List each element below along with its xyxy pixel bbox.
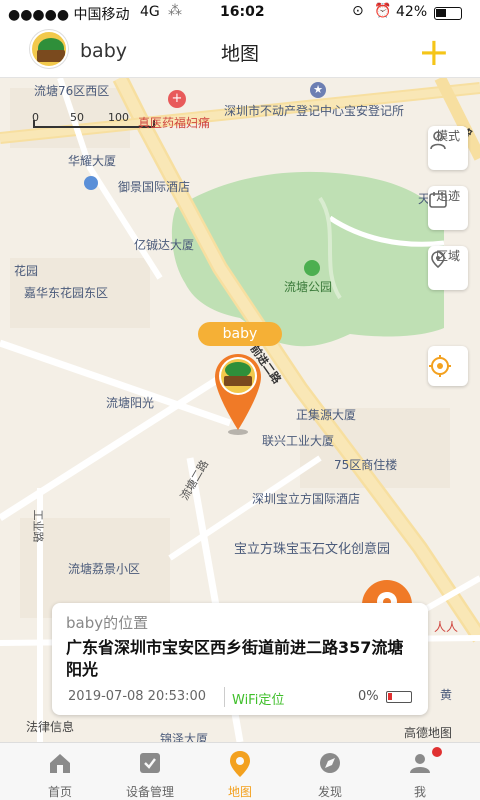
bus-icon bbox=[84, 176, 98, 190]
poi-huang: 黄 bbox=[440, 688, 453, 702]
info-title: baby的位置 bbox=[66, 614, 149, 632]
person-icon bbox=[430, 131, 446, 150]
info-address: 广东省深圳市宝安区西乡街道前进二路357流塘阳光 bbox=[66, 638, 404, 679]
status-bar: ●●●●● 中国移动 4G ⁂ 16:02 ⊙ ⏰ 42% bbox=[0, 0, 480, 26]
tab-home-label: 首页 bbox=[47, 785, 72, 799]
home-icon bbox=[50, 754, 70, 773]
discover-icon bbox=[320, 753, 340, 773]
tab-discover-label: 发现 bbox=[317, 785, 342, 799]
area-pin-icon bbox=[431, 251, 445, 269]
baby-marker-label[interactable]: baby bbox=[198, 322, 282, 346]
poi-jinglu: 锦泽大厦 bbox=[160, 732, 209, 742]
poi-liutang-park: 流塘公园 bbox=[284, 280, 333, 294]
road-gongye: 工业路 bbox=[31, 509, 45, 543]
map-pin-icon bbox=[230, 751, 250, 777]
poi-liutang-li: 流塘荔景小区 bbox=[68, 562, 141, 576]
location-info-card[interactable]: baby的位置 广东省深圳市宝安区西乡街道前进二路357流塘阳光 2019-07… bbox=[52, 603, 428, 715]
info-divider bbox=[224, 687, 225, 707]
poi-jiahua: 嘉华东花园东区 bbox=[24, 286, 109, 300]
nav-bar: baby 地图 + bbox=[0, 26, 480, 78]
tab-device[interactable]: 设备管理 bbox=[102, 743, 198, 800]
poi-zhubao: 宝立方珠宝玉石文化创意园 bbox=[234, 542, 391, 557]
poi-huayuan: 花园 bbox=[14, 264, 39, 278]
government-icon: ★ bbox=[310, 82, 326, 98]
locate-target-icon bbox=[429, 355, 451, 377]
poi-baolifang: 深圳宝立方国际酒店 bbox=[252, 492, 361, 506]
tab-home[interactable]: 首页 bbox=[12, 743, 108, 800]
battery-icon bbox=[434, 7, 462, 20]
info-battery: 0% bbox=[358, 689, 379, 704]
tab-discover[interactable]: 发现 bbox=[282, 743, 378, 800]
park-icon bbox=[304, 260, 320, 276]
app-root: ●●●●● 中国移动 4G ⁂ 16:02 ⊙ ⏰ 42% baby 地图 + bbox=[0, 0, 480, 800]
poi-yushu: 御景国际酒店 bbox=[118, 180, 191, 194]
page-title: 地图 bbox=[220, 43, 259, 65]
carrier-signal: ●●●●● 中国移动 bbox=[8, 7, 130, 23]
poi-lianxing: 联兴工业大厦 bbox=[262, 434, 335, 448]
scale-0: 0 bbox=[32, 111, 39, 124]
alarm-icon: ⏰ bbox=[374, 3, 392, 19]
add-button[interactable]: + bbox=[418, 26, 450, 78]
tab-me[interactable]: 我 bbox=[372, 743, 468, 800]
rotation-lock-icon: ⊙ bbox=[352, 3, 364, 19]
locate-button[interactable] bbox=[428, 346, 468, 386]
baby-avatar[interactable] bbox=[30, 30, 68, 68]
scale-100: 100 bbox=[108, 111, 129, 124]
hospital-icon: + bbox=[168, 90, 186, 108]
baby-name[interactable]: baby bbox=[80, 40, 127, 62]
info-locate-type: WiFi定位 bbox=[232, 693, 285, 708]
poi-liutang76: 流塘76区西区 bbox=[34, 84, 110, 98]
poi-yicheng: 亿铖达大厦 bbox=[134, 238, 195, 252]
legal-link[interactable]: 法律信息 bbox=[26, 718, 74, 735]
gaode-logo: 高德地图 bbox=[404, 726, 453, 740]
location-marker[interactable] bbox=[213, 352, 263, 436]
poi-shangye75: 75区商住楼 bbox=[334, 458, 398, 472]
loading-icon: ⁂ bbox=[168, 3, 182, 19]
tab-map-label: 地图 bbox=[227, 785, 252, 799]
tab-me-label: 我 bbox=[413, 785, 426, 799]
battery-low-icon bbox=[386, 691, 412, 703]
tab-map[interactable]: 地图 bbox=[192, 743, 288, 800]
footprint-button[interactable]: 足迹 bbox=[428, 186, 468, 230]
status-time: 16:02 bbox=[220, 4, 265, 20]
poi-huayao: 华耀大厦 bbox=[68, 154, 117, 168]
device-check-icon bbox=[140, 753, 160, 773]
info-datetime: 2019-07-08 20:53:00 bbox=[68, 689, 207, 704]
poi-real-estate: 深圳市不动产登记中心宝安登记所 bbox=[224, 104, 405, 118]
network-type: 4G bbox=[140, 4, 160, 20]
footprint-icon bbox=[429, 192, 447, 208]
poi-ren: 人人 bbox=[434, 620, 459, 634]
battery-percent: 42% bbox=[396, 4, 428, 20]
notification-dot bbox=[432, 747, 442, 757]
poi-zhenyi: 真医药福妇痛 bbox=[138, 116, 211, 130]
poi-liutang-yangguang: 流塘阳光 bbox=[106, 396, 155, 410]
tab-device-label: 设备管理 bbox=[125, 785, 174, 799]
profile-icon bbox=[410, 754, 430, 773]
poi-zhengtai: 正集源大厦 bbox=[296, 408, 357, 422]
area-button[interactable]: 区域 bbox=[428, 246, 468, 290]
tab-bar: 首页 设备管理 地图 发现 我 bbox=[0, 742, 480, 800]
scale-50: 50 bbox=[70, 111, 84, 124]
mode-button[interactable]: 模式 bbox=[428, 126, 468, 170]
